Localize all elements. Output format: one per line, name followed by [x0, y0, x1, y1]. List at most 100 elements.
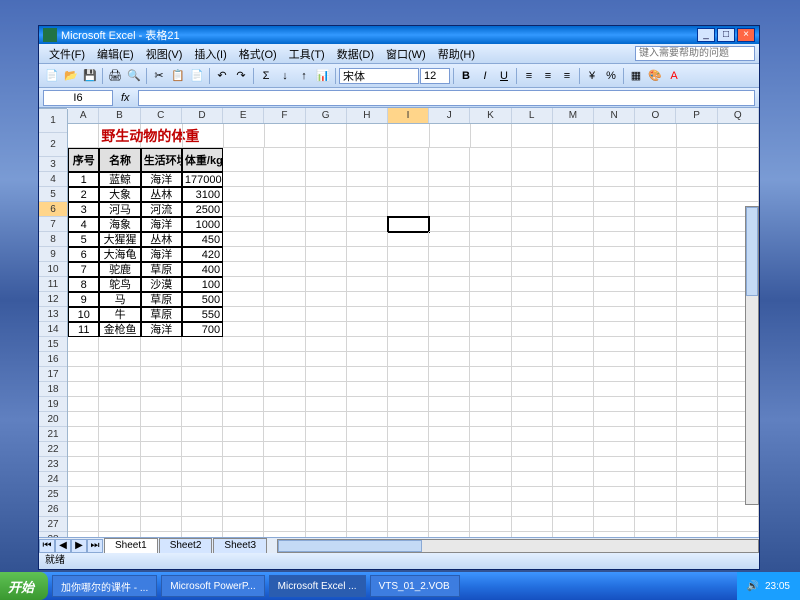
cell[interactable]: [388, 322, 429, 337]
cell[interactable]: [223, 487, 264, 502]
cell[interactable]: [264, 172, 305, 187]
cell[interactable]: [677, 442, 718, 457]
cell[interactable]: [264, 247, 305, 262]
sort-asc-icon[interactable]: ↓: [276, 67, 294, 85]
cell[interactable]: [223, 277, 264, 292]
cell[interactable]: [264, 487, 305, 502]
cell[interactable]: [306, 412, 347, 427]
cell[interactable]: [677, 277, 718, 292]
cell[interactable]: 草原: [141, 262, 182, 277]
sort-desc-icon[interactable]: ↑: [295, 67, 313, 85]
cell[interactable]: [635, 277, 676, 292]
chart-icon[interactable]: 📊: [314, 67, 332, 85]
cell[interactable]: [635, 502, 676, 517]
cell[interactable]: [429, 412, 470, 427]
cell[interactable]: [594, 397, 635, 412]
cell[interactable]: [223, 472, 264, 487]
save-icon[interactable]: 💾: [81, 67, 99, 85]
cell[interactable]: 10: [68, 307, 99, 322]
cell[interactable]: [223, 502, 264, 517]
cell[interactable]: 9: [68, 292, 99, 307]
row-header[interactable]: 21: [39, 427, 67, 442]
row-header[interactable]: 23: [39, 457, 67, 472]
cell[interactable]: [388, 412, 429, 427]
cell[interactable]: [594, 427, 635, 442]
cell[interactable]: 野生动物的体重: [99, 124, 141, 148]
row-header[interactable]: 15: [39, 337, 67, 352]
column-header[interactable]: I: [388, 108, 429, 123]
cell[interactable]: [594, 172, 635, 187]
font-color-icon[interactable]: A: [665, 67, 683, 85]
cell[interactable]: [223, 442, 264, 457]
cell[interactable]: [429, 352, 470, 367]
cell[interactable]: [553, 232, 594, 247]
cell[interactable]: [594, 382, 635, 397]
row-header[interactable]: 6: [39, 202, 67, 217]
cell[interactable]: [223, 217, 264, 232]
cell[interactable]: [223, 232, 264, 247]
cell[interactable]: [635, 352, 676, 367]
cell[interactable]: [429, 172, 470, 187]
cell[interactable]: [264, 232, 305, 247]
cell[interactable]: [718, 517, 759, 532]
cell[interactable]: [264, 202, 305, 217]
cell[interactable]: [553, 277, 594, 292]
cell[interactable]: 6: [68, 247, 99, 262]
cell[interactable]: [347, 367, 388, 382]
cell[interactable]: 牛: [99, 307, 140, 322]
paste-icon[interactable]: 📄: [188, 67, 206, 85]
cell[interactable]: [677, 202, 718, 217]
column-header[interactable]: L: [512, 108, 553, 123]
cell[interactable]: [68, 517, 99, 532]
cell[interactable]: [677, 172, 718, 187]
cell[interactable]: [306, 232, 347, 247]
cell[interactable]: [677, 307, 718, 322]
align-center-icon[interactable]: ≡: [539, 67, 557, 85]
cell[interactable]: [470, 232, 511, 247]
redo-icon[interactable]: ↷: [232, 67, 250, 85]
cell[interactable]: [182, 472, 223, 487]
cell[interactable]: [306, 397, 347, 412]
cell[interactable]: [68, 487, 99, 502]
cell[interactable]: [264, 517, 305, 532]
cell[interactable]: [512, 397, 553, 412]
cell[interactable]: [182, 412, 223, 427]
maximize-button[interactable]: □: [717, 28, 735, 42]
cell[interactable]: [553, 367, 594, 382]
cell[interactable]: [470, 442, 511, 457]
cell[interactable]: [182, 352, 223, 367]
cell[interactable]: [347, 442, 388, 457]
cell[interactable]: [264, 262, 305, 277]
cell[interactable]: [553, 442, 594, 457]
cell[interactable]: 沙漠: [141, 277, 182, 292]
cell[interactable]: [264, 427, 305, 442]
cell[interactable]: [470, 502, 511, 517]
cell[interactable]: [470, 337, 511, 352]
cell[interactable]: [429, 247, 470, 262]
cell[interactable]: [388, 337, 429, 352]
system-tray[interactable]: 🔊 23:05: [737, 572, 800, 600]
print-icon[interactable]: 🖨: [106, 67, 124, 85]
cell[interactable]: [347, 232, 388, 247]
cell[interactable]: 1: [68, 172, 99, 187]
cell[interactable]: [388, 148, 429, 172]
cell[interactable]: [388, 367, 429, 382]
cell[interactable]: [68, 337, 99, 352]
cell[interactable]: [264, 292, 305, 307]
cell[interactable]: [223, 172, 264, 187]
cell[interactable]: [512, 502, 553, 517]
cell[interactable]: [677, 397, 718, 412]
cell[interactable]: [141, 442, 182, 457]
cell[interactable]: 丛林: [141, 232, 182, 247]
cell[interactable]: [388, 502, 429, 517]
menu-help[interactable]: 帮助(H): [432, 44, 481, 64]
cell[interactable]: [470, 457, 511, 472]
cell[interactable]: [470, 187, 511, 202]
cell[interactable]: [264, 277, 305, 292]
column-header[interactable]: F: [264, 108, 305, 123]
cell[interactable]: [512, 232, 553, 247]
cell[interactable]: 河马: [99, 202, 140, 217]
sheet-nav-first[interactable]: ⏮: [39, 539, 55, 553]
cell[interactable]: [677, 232, 718, 247]
preview-icon[interactable]: 🔍: [125, 67, 143, 85]
